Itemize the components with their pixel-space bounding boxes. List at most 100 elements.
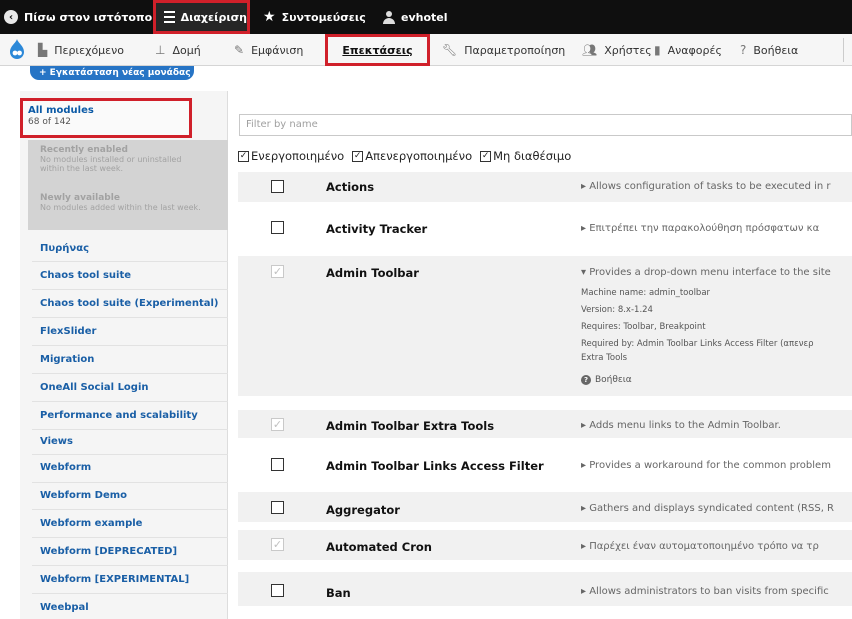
checkbox-checked-icon: ✓ bbox=[238, 150, 249, 162]
module-checkbox-disabled: ✓ bbox=[271, 265, 284, 278]
module-help-link[interactable]: ? Βοήθεια bbox=[581, 375, 632, 385]
recently-enabled-label: Recently enabled bbox=[40, 145, 128, 155]
module-row: ✓ Automated Cron ▸ Παρέχει έναν αυτοματο… bbox=[238, 530, 852, 560]
module-name: Admin Toolbar Extra Tools bbox=[326, 419, 495, 433]
recently-enabled-desc-1: No modules installed or uninstalled bbox=[40, 155, 182, 164]
tray-content-label: Περιεχόμενο bbox=[54, 43, 125, 57]
module-row: Activity Tracker ▸ Επιτρέπει την παρακολ… bbox=[238, 212, 852, 242]
module-description-toggle[interactable]: ▸ Παρέχει έναν αυτοματοποιημένο τρόπο να… bbox=[581, 541, 851, 552]
admin-menu-tray: ▙ Περιεχόμενο ⊥ Δομή ✎ Εμφάνιση Επεκτάσε… bbox=[0, 34, 852, 66]
tray-item-help[interactable]: ? Βοήθεια bbox=[740, 34, 798, 66]
sidebar-item-webform-deprecated[interactable]: Webform [DEPRECATED] bbox=[40, 546, 226, 557]
paintbrush-icon: ✎ bbox=[234, 43, 245, 57]
module-description-toggle[interactable]: ▸ Provides a workaround for the common p… bbox=[581, 460, 851, 471]
sidebar-item-core[interactable]: Πυρήνας bbox=[40, 243, 226, 254]
module-help-label: Βοήθεια bbox=[595, 375, 632, 385]
module-checkbox[interactable] bbox=[271, 180, 284, 193]
sidebar-divider bbox=[32, 289, 228, 290]
manage-label: Διαχείριση bbox=[180, 10, 247, 24]
tray-extend-label: Επεκτάσεις bbox=[342, 43, 413, 57]
manage-tab[interactable]: Διαχείριση bbox=[153, 0, 250, 34]
install-new-module-button[interactable]: + Εγκατάσταση νέας μονάδας bbox=[30, 66, 194, 80]
help-icon: ? bbox=[740, 43, 747, 57]
module-row: Admin Toolbar Links Access Filter ▸ Prov… bbox=[238, 448, 852, 476]
sidebar-item-webform-experimental[interactable]: Webform [EXPERIMENTAL] bbox=[40, 574, 226, 585]
module-checkbox[interactable] bbox=[271, 501, 284, 514]
recently-enabled-desc-2: within the last week. bbox=[40, 164, 124, 173]
module-name: Activity Tracker bbox=[326, 222, 428, 236]
module-required-by: Required by: Admin Toolbar Links Access … bbox=[581, 339, 814, 349]
shortcuts-label: Συντομεύσεις bbox=[281, 10, 366, 24]
module-checkbox[interactable] bbox=[271, 584, 284, 597]
module-checkbox-disabled: ✓ bbox=[271, 538, 284, 551]
tray-divider bbox=[843, 38, 844, 62]
tray-item-content[interactable]: ▙ Περιεχόμενο bbox=[38, 34, 124, 66]
hamburger-icon bbox=[164, 8, 175, 26]
wrench-icon: 🔧︎ bbox=[442, 43, 458, 57]
all-modules-count: 68 of 142 bbox=[28, 117, 72, 127]
sidebar-item-recently-enabled[interactable]: Recently enabled No modules installed or… bbox=[40, 145, 220, 173]
user-icon bbox=[383, 10, 395, 24]
module-checkbox-disabled: ✓ bbox=[271, 418, 284, 431]
sidebar-divider bbox=[32, 401, 228, 402]
sidebar-divider bbox=[32, 317, 228, 318]
sidebar-divider bbox=[32, 454, 228, 455]
module-description-toggle[interactable]: ▾ Provides a drop-down menu interface to… bbox=[581, 267, 851, 278]
sidebar-item-ctools-experimental[interactable]: Chaos tool suite (Experimental) bbox=[40, 298, 226, 309]
back-to-site-link[interactable]: ‹ Πίσω στον ιστότοπο bbox=[4, 0, 152, 34]
module-name: Admin Toolbar Links Access Filter bbox=[326, 459, 544, 473]
sidebar-item-flexslider[interactable]: FlexSlider bbox=[40, 326, 226, 337]
sidebar-item-all-modules[interactable]: All modules 68 of 142 bbox=[20, 98, 192, 138]
sidebar-item-performance[interactable]: Performance and scalability bbox=[40, 410, 226, 421]
sidebar-divider bbox=[32, 509, 228, 510]
sidebar-item-webform-example[interactable]: Webform example bbox=[40, 518, 226, 529]
tray-item-reports[interactable]: ▮ Αναφορές bbox=[654, 34, 722, 66]
tray-item-people[interactable]: 👥︎ Χρήστες bbox=[582, 34, 652, 66]
people-icon: 👥︎ bbox=[582, 43, 598, 57]
sidebar-item-ctools[interactable]: Chaos tool suite bbox=[40, 270, 226, 281]
filter-by-name-input[interactable]: Filter by name bbox=[239, 114, 852, 136]
sidebar-item-weebpal[interactable]: Weebpal bbox=[40, 602, 226, 613]
sidebar-divider bbox=[32, 565, 228, 566]
module-description-toggle[interactable]: ▸ Allows administrators to ban visits fr… bbox=[581, 586, 851, 597]
sidebar-item-newly-available[interactable]: Newly available No modules added within … bbox=[40, 193, 220, 212]
tray-item-appearance[interactable]: ✎ Εμφάνιση bbox=[234, 34, 303, 66]
status-filter-unavailable[interactable]: ✓ Μη διαθέσιμο bbox=[480, 149, 571, 163]
status-filter-enabled[interactable]: ✓ Ενεργοποιημένο bbox=[238, 149, 344, 163]
shortcuts-tab[interactable]: ★ Συντομεύσεις bbox=[263, 0, 366, 34]
user-label: evhotel bbox=[401, 10, 448, 24]
tray-item-structure[interactable]: ⊥ Δομή bbox=[155, 34, 201, 66]
star-icon: ★ bbox=[263, 9, 276, 25]
sidebar-item-webform-demo[interactable]: Webform Demo bbox=[40, 490, 226, 501]
tray-item-extend[interactable]: Επεκτάσεις bbox=[325, 34, 430, 66]
module-description-toggle[interactable]: ▸ Allows configuration of tasks to be ex… bbox=[581, 181, 851, 192]
sidebar-item-oneall[interactable]: OneAll Social Login bbox=[40, 382, 226, 393]
sidebar-item-webform[interactable]: Webform bbox=[40, 462, 226, 473]
newly-available-desc: No modules added within the last week. bbox=[40, 203, 201, 212]
drupal-logo-icon[interactable] bbox=[9, 39, 25, 60]
sidebar-item-views[interactable]: Views bbox=[40, 436, 226, 447]
module-description-toggle[interactable]: ▸ Επιτρέπει την παρακολούθηση πρόσφατων … bbox=[581, 223, 851, 234]
module-required-by-cont: Extra Tools bbox=[581, 353, 628, 363]
module-checkbox[interactable] bbox=[271, 458, 284, 471]
user-tab[interactable]: evhotel bbox=[383, 0, 448, 34]
module-description-toggle[interactable]: ▸ Adds menu links to the Admin Toolbar. bbox=[581, 420, 851, 431]
checkbox-checked-icon: ✓ bbox=[480, 150, 492, 162]
sidebar-item-migration[interactable]: Migration bbox=[40, 354, 226, 365]
sidebar-divider bbox=[32, 345, 228, 346]
tray-item-configuration[interactable]: 🔧︎ Παραμετροποίηση bbox=[442, 34, 565, 66]
module-name: Admin Toolbar bbox=[326, 266, 419, 280]
tray-config-label: Παραμετροποίηση bbox=[464, 43, 566, 57]
module-row: Ban ▸ Allows administrators to ban visit… bbox=[238, 572, 852, 606]
tray-structure-label: Δομή bbox=[172, 43, 201, 57]
sidebar-divider bbox=[32, 593, 228, 594]
module-checkbox[interactable] bbox=[271, 221, 284, 234]
sidebar-divider bbox=[32, 261, 228, 262]
status-filter-disabled[interactable]: ✓ Απενεργοποιημένο bbox=[352, 149, 472, 163]
tray-appearance-label: Εμφάνιση bbox=[251, 43, 304, 57]
module-description-toggle[interactable]: ▸ Gathers and displays syndicated conten… bbox=[581, 503, 851, 514]
module-row: Aggregator ▸ Gathers and displays syndic… bbox=[238, 492, 852, 522]
sidebar-divider bbox=[32, 429, 228, 430]
status-unavailable-label: Μη διαθέσιμο bbox=[493, 149, 572, 163]
admin-toolbar: ‹ Πίσω στον ιστότοπο Διαχείριση ★ Συντομ… bbox=[0, 0, 852, 34]
